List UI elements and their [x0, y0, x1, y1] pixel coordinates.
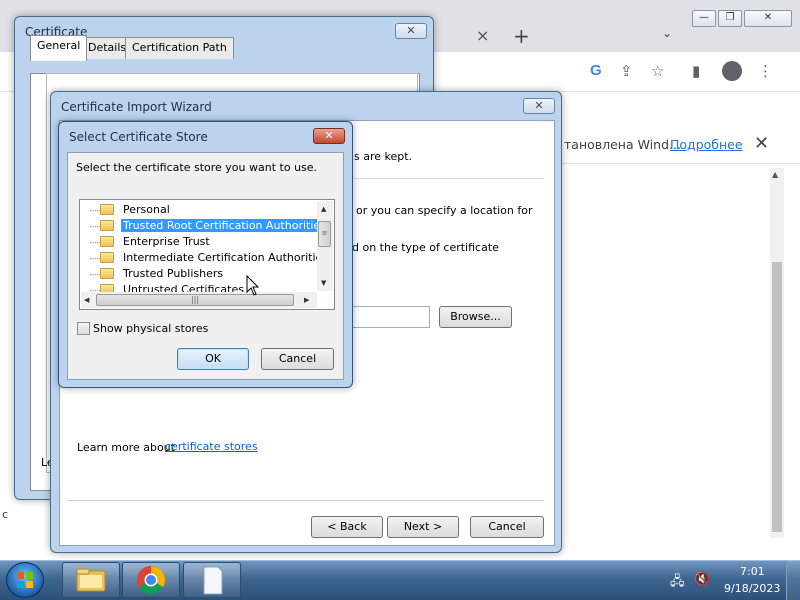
page-scrollbar-thumb[interactable]	[772, 262, 782, 532]
tab-certification-path[interactable]: Certification Path	[125, 37, 234, 59]
learn-more-text: Learn more about	[77, 441, 175, 454]
explorer-icon	[76, 568, 106, 592]
tree-item-label: Personal	[123, 203, 170, 216]
new-tab-button[interactable]: +	[513, 24, 530, 48]
tree-item-label: Enterprise Trust	[123, 235, 210, 248]
show-desktop-button[interactable]	[786, 560, 800, 600]
taskbar-chrome-button[interactable]	[122, 562, 180, 598]
wizard-text-stores-kept: s are kept.	[354, 150, 413, 163]
info-bar-link[interactable]: Подробнее	[670, 137, 743, 152]
scroll-up-arrow-icon[interactable]: ▲	[772, 170, 778, 179]
volume-muted-icon[interactable]: 🔇	[694, 572, 710, 587]
ok-button[interactable]: OK	[177, 348, 249, 370]
browse-button[interactable]: Browse...	[439, 306, 512, 328]
wizard-cancel-button[interactable]: Cancel	[470, 516, 544, 538]
folder-icon	[100, 220, 114, 231]
clock-date[interactable]: 9/18/2023	[724, 582, 780, 595]
tree-item-store[interactable]: Personal	[90, 202, 330, 218]
next-button[interactable]: Next >	[387, 516, 459, 538]
tree-horizontal-scroll-thumb[interactable]: |||	[96, 294, 294, 306]
maximize-button[interactable]: ❐	[718, 10, 742, 27]
tree-connector	[90, 226, 100, 227]
scroll-up-arrow-icon[interactable]: ▲	[321, 205, 326, 213]
folder-icon	[100, 268, 114, 279]
star-icon[interactable]: ☆	[651, 62, 664, 80]
clock-time[interactable]: 7:01	[740, 565, 765, 578]
store-cancel-button[interactable]: Cancel	[261, 348, 334, 370]
tab-general[interactable]: General	[30, 35, 88, 61]
mouse-cursor-icon	[246, 275, 260, 296]
tree-connector	[90, 210, 100, 211]
folder-icon	[100, 252, 114, 263]
select-store-prompt: Select the certificate store you want to…	[76, 161, 318, 174]
import-wizard-title: Certificate Import Wizard	[61, 100, 212, 114]
scroll-left-arrow-icon[interactable]: ◀	[84, 296, 89, 304]
wizard-text-location: or you can specify a location for	[356, 204, 533, 217]
tree-connector	[90, 242, 100, 243]
notepad-icon	[203, 566, 223, 595]
show-physical-stores-label[interactable]: Show physical stores	[93, 322, 208, 335]
taskbar-explorer-button[interactable]	[62, 562, 120, 598]
select-store-close-button[interactable]: ✕	[313, 128, 345, 144]
tree-item-label: Intermediate Certification Authorities	[123, 251, 329, 264]
tree-item-label: Trusted Publishers	[123, 267, 224, 280]
info-bar-close-icon[interactable]: ✕	[754, 133, 769, 154]
tree-item-store[interactable]: Trusted Publishers	[90, 266, 330, 282]
certificate-store-field[interactable]	[352, 306, 430, 328]
edge-partial-text: c	[2, 508, 9, 521]
minimize-button[interactable]: —	[692, 10, 716, 27]
wizard-footer-separator	[68, 500, 544, 501]
import-wizard-close-button[interactable]: ✕	[523, 98, 555, 114]
tree-vertical-scroll-thumb[interactable]: ≡	[318, 221, 331, 247]
windows-logo-icon	[17, 572, 33, 588]
show-physical-stores-checkbox[interactable]	[77, 322, 90, 335]
scroll-down-arrow-icon[interactable]: ▼	[321, 279, 326, 287]
taskbar-notepad-button[interactable]	[183, 562, 241, 598]
tab-search-icon[interactable]: ⌄	[662, 26, 672, 40]
tab-close-icon[interactable]: ×	[476, 26, 489, 45]
chrome-icon	[137, 566, 165, 594]
profile-icon[interactable]	[722, 61, 742, 81]
tree-connector	[90, 274, 100, 275]
certificate-close-button[interactable]: ✕	[395, 23, 427, 39]
tree-item-store[interactable]: Enterprise Trust	[90, 234, 330, 250]
certificate-stores-link[interactable]: certificate stores	[165, 440, 258, 453]
google-icon[interactable]: G	[590, 62, 602, 79]
wizard-text-cert-type: d on the type of certificate	[352, 241, 499, 254]
back-button[interactable]: < Back	[311, 516, 383, 538]
tree-item-store[interactable]: Trusted Root Certification Authorities	[90, 218, 330, 234]
folder-icon	[100, 236, 114, 247]
tree-connector	[90, 290, 100, 291]
window-close-button[interactable]: ✕	[744, 10, 792, 27]
tree-item-label: Trusted Root Certification Authorities	[121, 219, 328, 232]
info-bar-text: тановлена Wind...	[564, 137, 681, 152]
menu-icon[interactable]: ⋮	[758, 62, 773, 80]
share-icon[interactable]: ⇪	[620, 62, 633, 80]
tree-item-store[interactable]: Intermediate Certification Authorities	[90, 250, 330, 266]
sidepanel-icon[interactable]: ▮	[692, 62, 700, 80]
select-store-title: Select Certificate Store	[69, 130, 208, 144]
folder-icon	[100, 204, 114, 215]
tree-connector	[90, 258, 100, 259]
network-icon[interactable]: 🖧	[670, 572, 685, 594]
scroll-right-arrow-icon[interactable]: ▶	[304, 296, 309, 304]
